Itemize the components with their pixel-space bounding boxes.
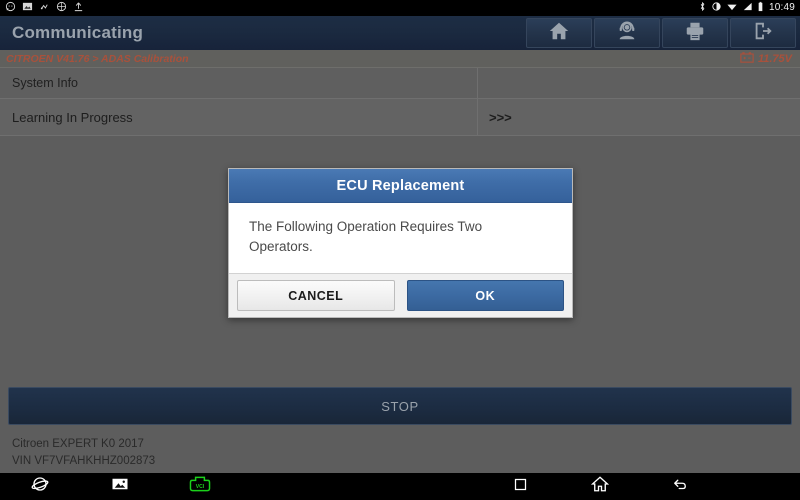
android-nav-bar: VCI bbox=[0, 473, 800, 500]
svg-text:VCI: VCI bbox=[196, 484, 205, 490]
nav-slot-browser[interactable] bbox=[0, 473, 80, 500]
home-icon bbox=[590, 475, 610, 498]
ok-button[interactable]: OK bbox=[406, 280, 564, 311]
nav-slot-vci[interactable]: VCI bbox=[160, 473, 240, 500]
nav-slot-gallery[interactable] bbox=[80, 473, 160, 500]
back-icon bbox=[671, 475, 689, 498]
nav-slot-back[interactable] bbox=[640, 473, 720, 500]
app-root: 10:49 Communicating CITROEN V41.76 > ADA… bbox=[0, 0, 800, 500]
dialog-actions: CANCEL OK bbox=[229, 273, 572, 317]
nav-slot-home[interactable] bbox=[560, 473, 640, 500]
ecu-replacement-dialog: ECU Replacement The Following Operation … bbox=[228, 168, 573, 318]
dialog-message: The Following Operation Requires Two Ope… bbox=[249, 219, 483, 254]
browser-icon bbox=[31, 475, 49, 498]
vci-icon: VCI bbox=[189, 475, 211, 498]
dialog-header: ECU Replacement bbox=[229, 169, 572, 203]
dialog-body: The Following Operation Requires Two Ope… bbox=[229, 203, 572, 273]
cancel-button[interactable]: CANCEL bbox=[237, 280, 395, 311]
recents-icon bbox=[513, 477, 528, 497]
nav-slot-recents[interactable] bbox=[480, 473, 560, 500]
dialog-title: ECU Replacement bbox=[336, 177, 465, 194]
gallery-icon bbox=[111, 475, 129, 498]
